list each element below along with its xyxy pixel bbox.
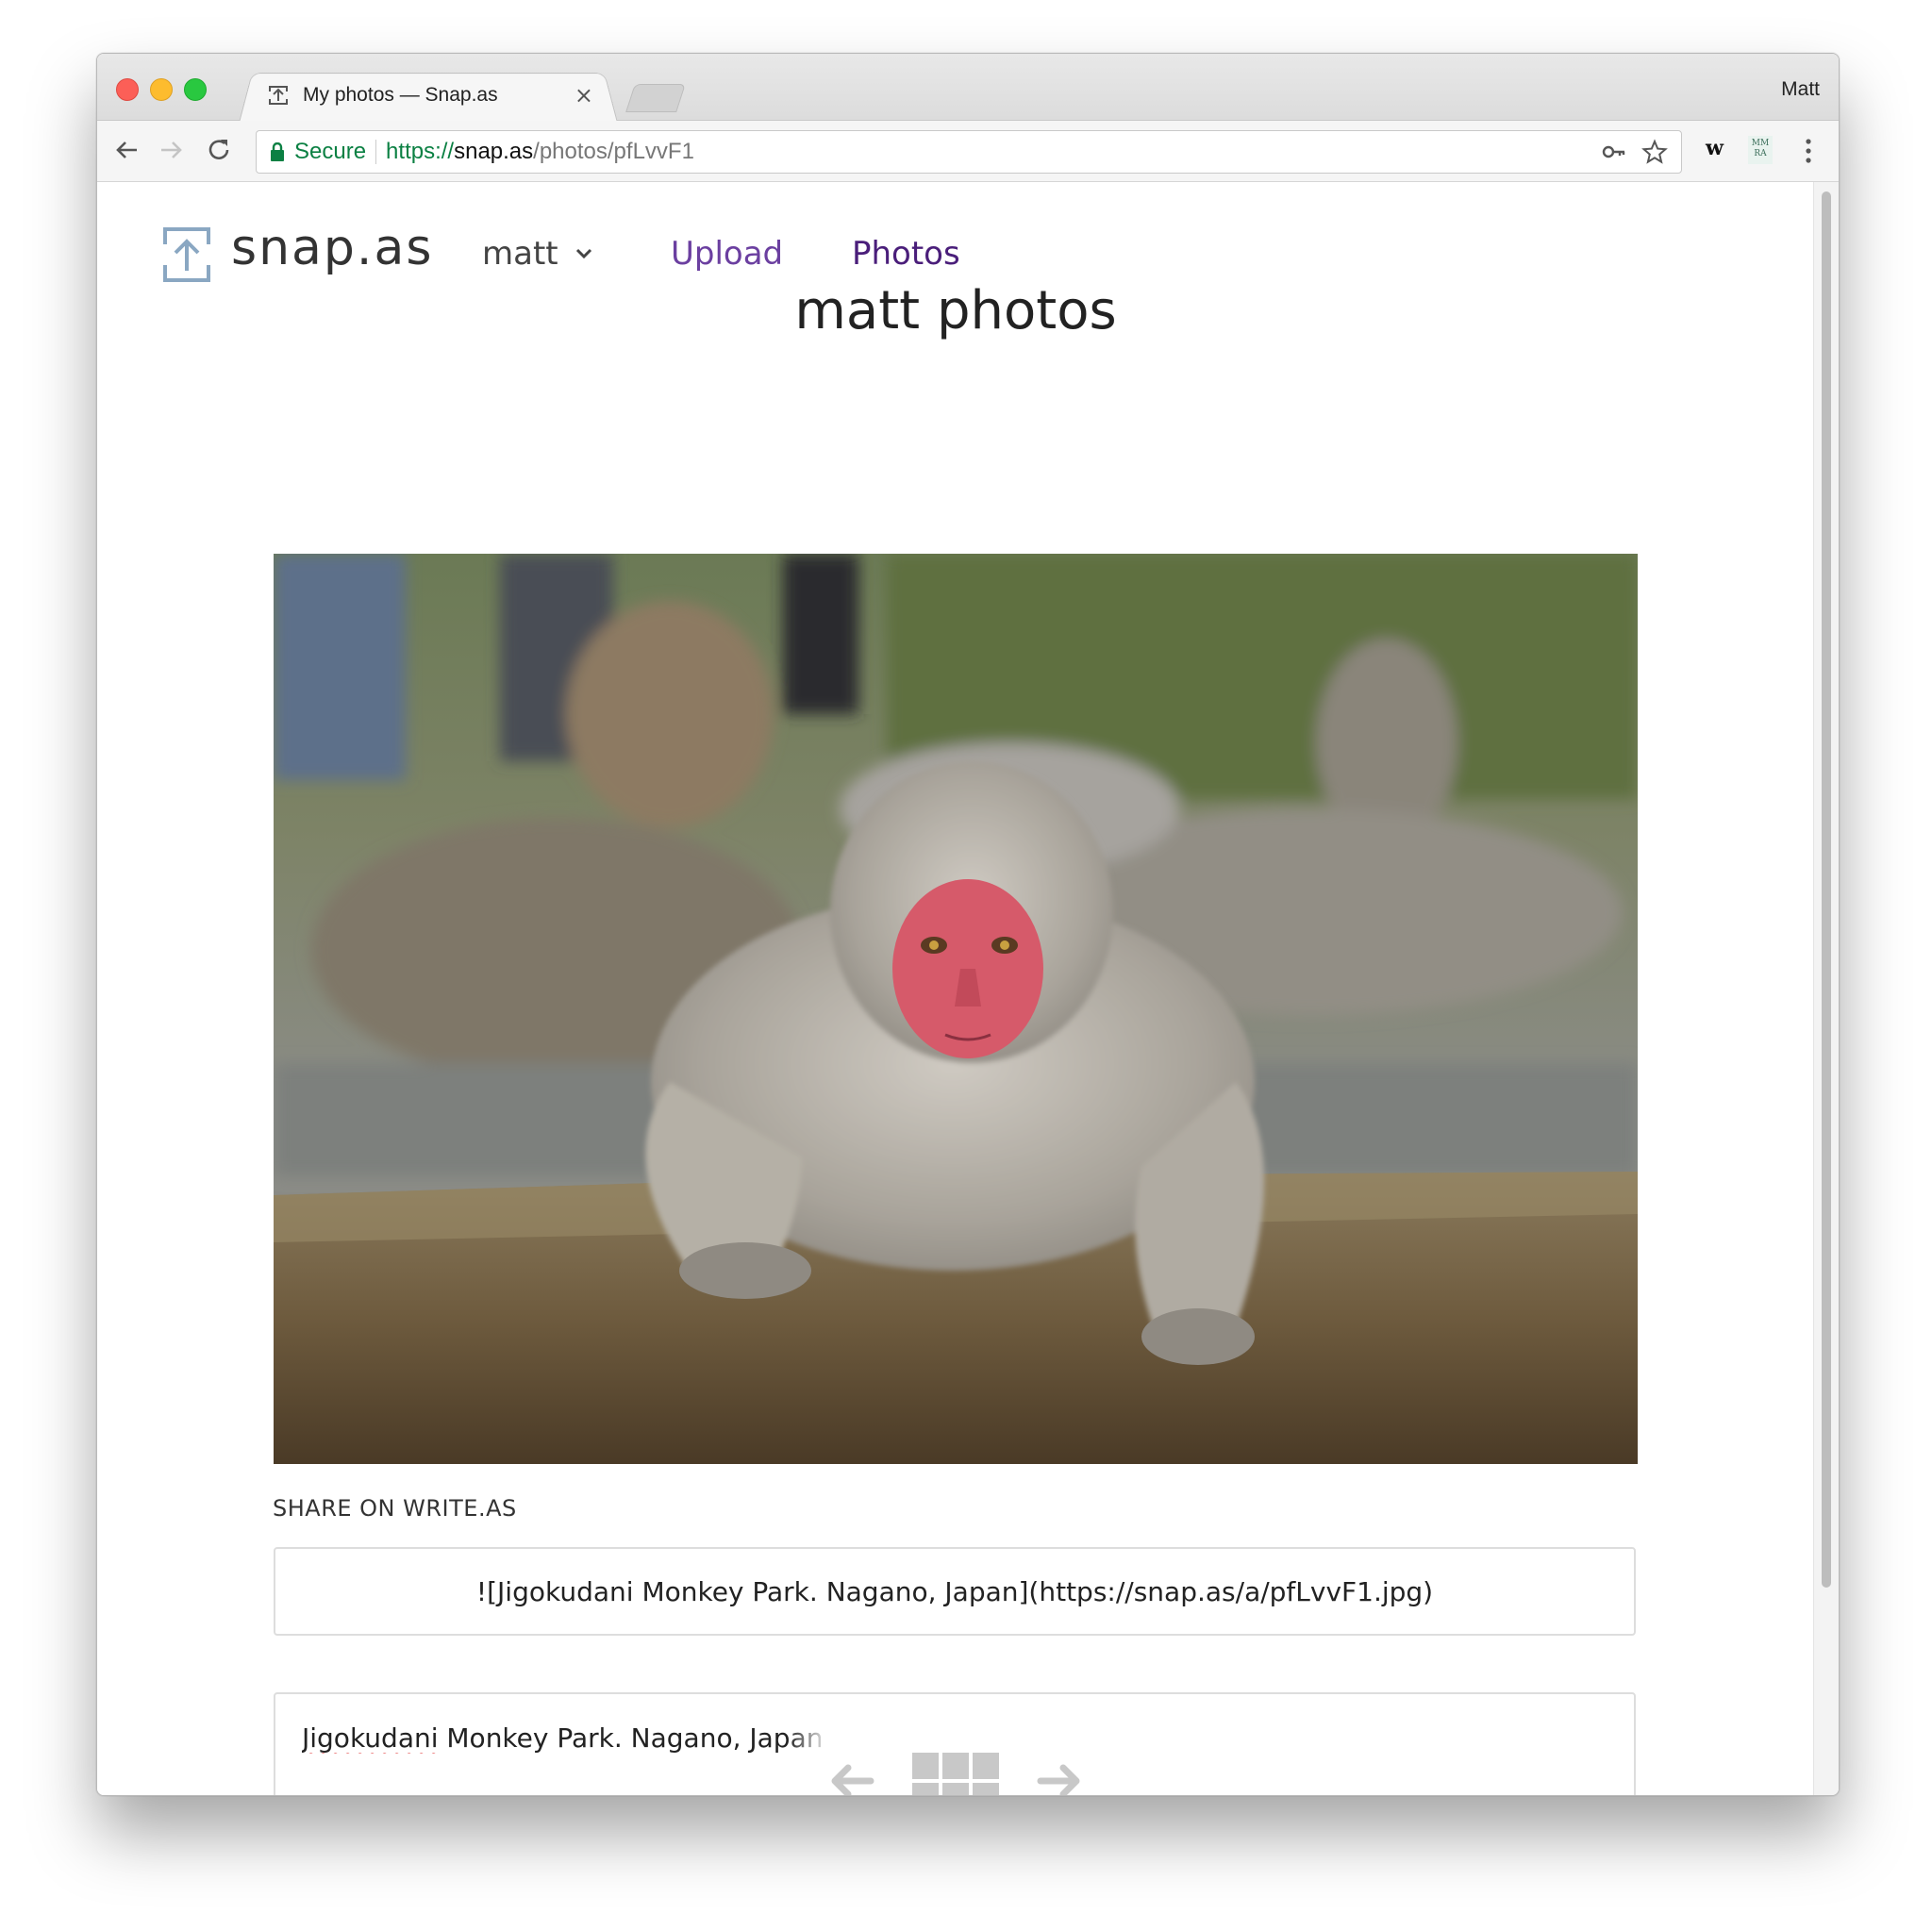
snap-favicon-icon bbox=[269, 86, 288, 105]
mm-extension-icon[interactable]: MM RA bbox=[1748, 136, 1773, 164]
close-window-button[interactable] bbox=[116, 78, 139, 101]
chevron-down-icon bbox=[575, 248, 591, 259]
previous-photo-arrow-icon[interactable] bbox=[827, 1762, 874, 1795]
url-path: /photos/pfLvvF1 bbox=[533, 139, 694, 164]
tab-title: My photos — Snap.as bbox=[303, 84, 498, 106]
secure-label: Secure bbox=[294, 139, 367, 164]
page-scrollbar[interactable] bbox=[1813, 182, 1839, 1795]
active-tab[interactable]: My photos — Snap.as × bbox=[248, 71, 607, 120]
share-label: SHARE ON WRITE.AS bbox=[273, 1495, 517, 1522]
forward-arrow-icon[interactable] bbox=[156, 134, 188, 166]
omnibox-divider bbox=[375, 140, 377, 164]
address-bar[interactable]: Secure https://snap.as/photos/pfLvvF1 bbox=[256, 130, 1682, 174]
monkey-photo-illustration bbox=[274, 554, 1638, 1464]
monkey-photo[interactable] bbox=[274, 554, 1638, 1464]
nav-photos-link[interactable]: Photos bbox=[852, 235, 960, 273]
mm-extension-line2: RA bbox=[1754, 149, 1767, 158]
page-viewport: snap.as matt Upload Photos matt photos S… bbox=[97, 182, 1814, 1795]
reload-icon[interactable] bbox=[203, 134, 235, 166]
bookmark-star-icon[interactable] bbox=[1641, 139, 1668, 165]
next-photo-arrow-icon[interactable] bbox=[1037, 1762, 1084, 1795]
share-markdown-field[interactable]: ![Jigokudani Monkey Park. Nagano, Japan]… bbox=[274, 1547, 1636, 1636]
lock-icon bbox=[271, 142, 284, 161]
new-tab-button[interactable] bbox=[625, 84, 686, 112]
profile-name[interactable]: Matt bbox=[1781, 78, 1820, 101]
snap-logo-icon[interactable] bbox=[163, 227, 210, 282]
writeas-extension-icon[interactable]: w bbox=[1706, 136, 1724, 160]
user-menu-label: matt bbox=[482, 235, 558, 273]
title-bar: My photos — Snap.as × Matt bbox=[97, 54, 1839, 123]
password-key-icon[interactable] bbox=[1602, 141, 1626, 163]
page-title: matt photos bbox=[794, 280, 1117, 341]
scrollbar-thumb[interactable] bbox=[1822, 191, 1831, 1588]
mm-extension-line1: MM bbox=[1751, 139, 1770, 148]
user-menu[interactable]: matt bbox=[482, 235, 592, 273]
browser-toolbar: Secure https://snap.as/photos/pfLvvF1 w … bbox=[97, 121, 1839, 182]
zoom-window-button[interactable] bbox=[184, 78, 207, 101]
photo-pager bbox=[97, 1748, 1814, 1795]
browser-window: My photos — Snap.as × Matt Secure https:… bbox=[96, 53, 1840, 1796]
minimize-window-button[interactable] bbox=[150, 78, 173, 101]
url-host: snap.as bbox=[454, 139, 534, 164]
site-logo-text[interactable]: snap.as bbox=[231, 220, 433, 276]
browser-menu-icon[interactable] bbox=[1803, 136, 1814, 166]
tab-close-icon[interactable]: × bbox=[575, 82, 593, 108]
back-arrow-icon[interactable] bbox=[110, 134, 142, 166]
grid-view-icon[interactable] bbox=[912, 1753, 999, 1795]
url-scheme: https:// bbox=[386, 139, 455, 164]
nav-upload-link[interactable]: Upload bbox=[671, 235, 783, 273]
